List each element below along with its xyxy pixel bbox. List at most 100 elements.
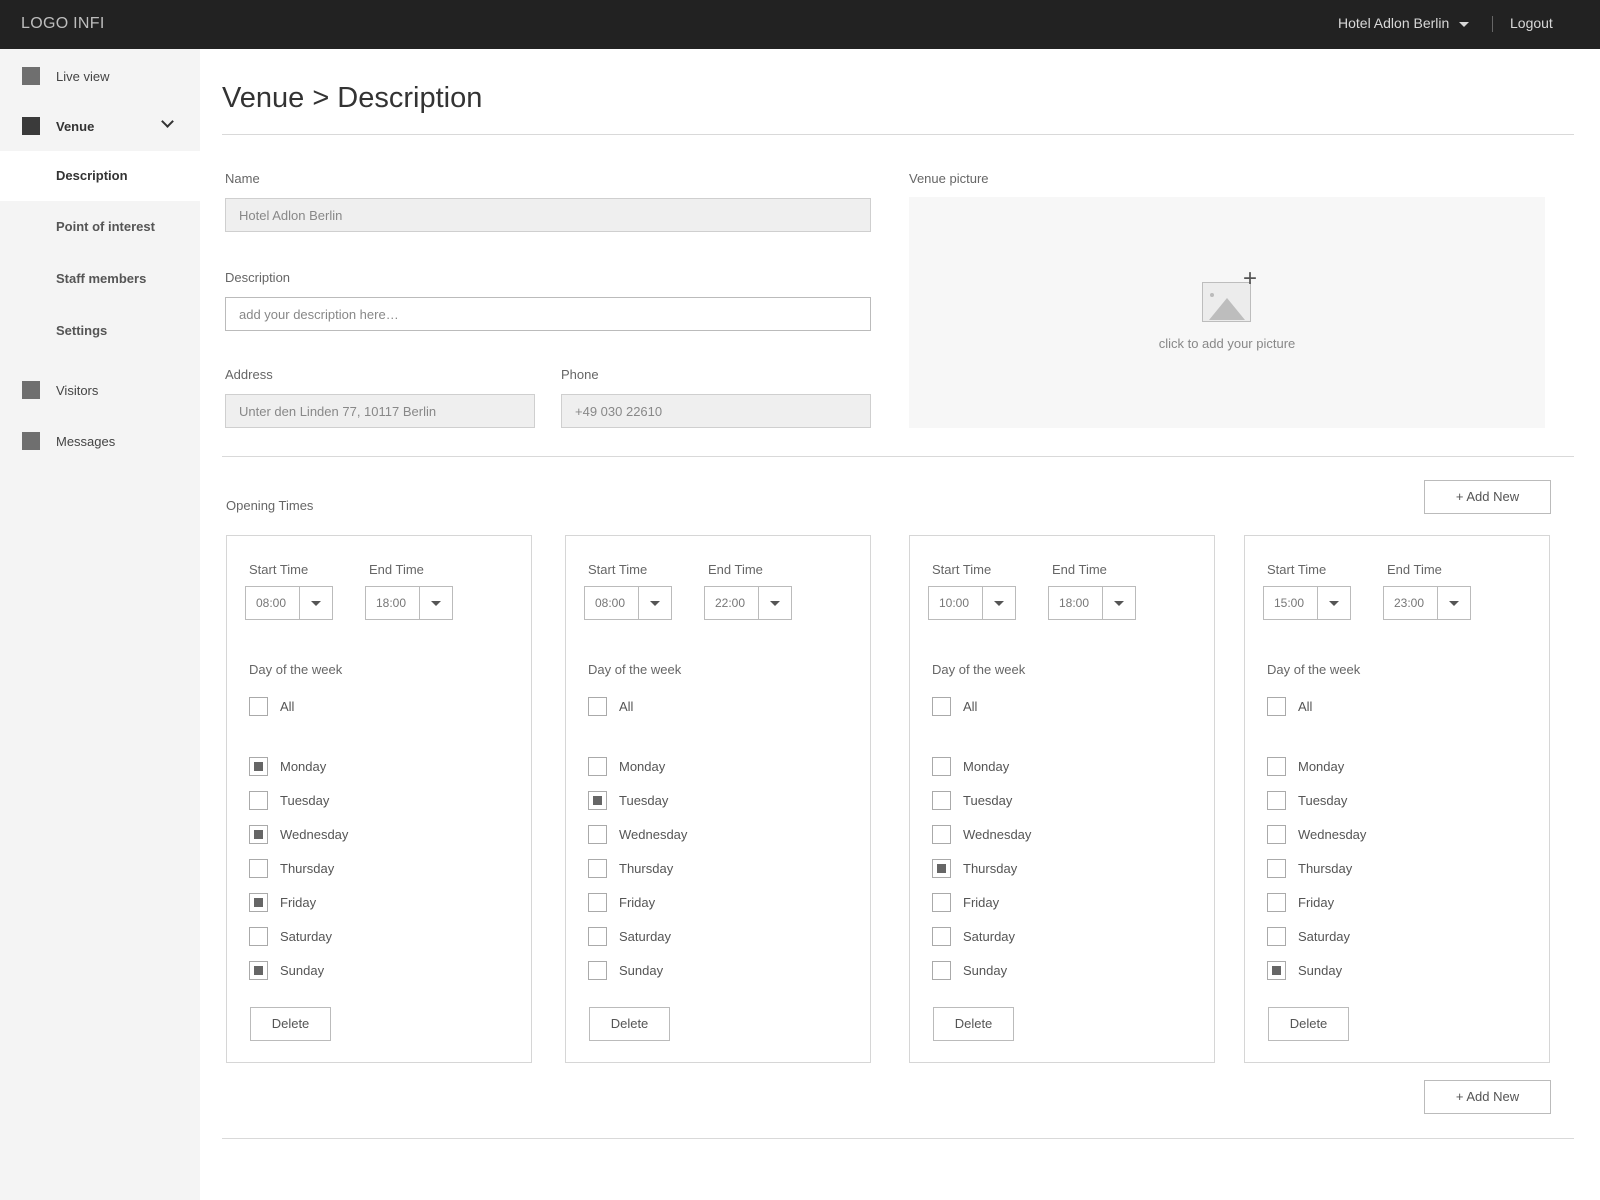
delete-button[interactable]: Delete bbox=[250, 1007, 331, 1041]
address-field[interactable]: Unter den Linden 77, 10117 Berlin bbox=[225, 394, 535, 428]
checkbox[interactable] bbox=[932, 859, 951, 878]
checkbox[interactable] bbox=[588, 961, 607, 980]
sidebar-item-label: Staff members bbox=[56, 271, 147, 286]
checkbox[interactable] bbox=[588, 697, 607, 716]
logout-link[interactable]: Logout bbox=[1510, 15, 1553, 31]
sidebar-item-label: Venue bbox=[56, 118, 95, 134]
sidebar-item-label: Description bbox=[56, 168, 128, 183]
checkbox[interactable] bbox=[249, 825, 268, 844]
day-of-week-label: Day of the week bbox=[1267, 662, 1361, 677]
start-time-select[interactable]: 10:00 bbox=[928, 586, 1016, 620]
checkbox[interactable] bbox=[249, 757, 268, 776]
delete-button[interactable]: Delete bbox=[589, 1007, 670, 1041]
checkbox[interactable] bbox=[588, 791, 607, 810]
start-time-select[interactable]: 08:00 bbox=[245, 586, 333, 620]
sidebar-item-label: Live view bbox=[56, 68, 110, 84]
end-time-label: End Time bbox=[708, 562, 763, 577]
checkbox-label: Tuesday bbox=[280, 793, 330, 808]
checkbox[interactable] bbox=[932, 893, 951, 912]
page-title: Venue > Description bbox=[222, 82, 483, 114]
logo: LOGO INFI bbox=[21, 15, 105, 32]
sidebar-item-label: Messages bbox=[56, 433, 116, 449]
caret-down-icon bbox=[1449, 601, 1459, 606]
checkbox[interactable] bbox=[588, 825, 607, 844]
checkbox[interactable] bbox=[588, 859, 607, 878]
divider bbox=[299, 587, 300, 619]
checkbox[interactable] bbox=[932, 927, 951, 946]
checkbox[interactable] bbox=[588, 757, 607, 776]
checkbox-label: Friday bbox=[1298, 895, 1335, 910]
sidebar-item-description[interactable]: Description bbox=[0, 151, 200, 201]
checkbox-label: Monday bbox=[280, 759, 327, 774]
sidebar-item-venue[interactable]: Venue bbox=[0, 101, 200, 151]
checkbox[interactable] bbox=[932, 697, 951, 716]
delete-button[interactable]: Delete bbox=[1268, 1007, 1349, 1041]
checkbox-label: All bbox=[619, 699, 634, 714]
start-time-select[interactable]: 15:00 bbox=[1263, 586, 1351, 620]
end-time-label: End Time bbox=[1387, 562, 1442, 577]
checkbox[interactable] bbox=[249, 961, 268, 980]
checkbox[interactable] bbox=[932, 825, 951, 844]
checkbox-label: Friday bbox=[280, 895, 317, 910]
end-time-select[interactable]: 23:00 bbox=[1383, 586, 1471, 620]
end-time-select[interactable]: 22:00 bbox=[704, 586, 792, 620]
caret-down-icon bbox=[431, 601, 441, 606]
venue-picture-label: Venue picture bbox=[909, 171, 989, 186]
caret-down-icon bbox=[311, 601, 321, 606]
divider bbox=[638, 587, 639, 619]
checkbox-label: Friday bbox=[963, 895, 1000, 910]
checkbox-label: All bbox=[280, 699, 295, 714]
phone-field[interactable]: +49 030 22610 bbox=[561, 394, 871, 428]
sidebar-item-visitors[interactable]: Visitors bbox=[0, 365, 200, 415]
start-time-select-value: 08:00 bbox=[595, 596, 626, 610]
checkbox[interactable] bbox=[1267, 893, 1286, 912]
caret-down-icon bbox=[1114, 601, 1124, 606]
venue-picture-upload[interactable]: + click to add your picture bbox=[909, 197, 1545, 428]
sidebar: Live view Venue Description Point of int… bbox=[0, 49, 200, 1200]
checkbox[interactable] bbox=[249, 893, 268, 912]
venue-selector[interactable]: Hotel Adlon Berlin bbox=[1338, 15, 1470, 31]
checkbox[interactable] bbox=[932, 791, 951, 810]
name-field[interactable]: Hotel Adlon Berlin bbox=[225, 198, 871, 232]
end-time-select-value: 23:00 bbox=[1394, 596, 1425, 610]
address-label: Address bbox=[225, 367, 273, 382]
end-time-select[interactable]: 18:00 bbox=[365, 586, 453, 620]
divider bbox=[758, 587, 759, 619]
caret-down-icon bbox=[650, 601, 660, 606]
sidebar-item-live-view[interactable]: Live view bbox=[0, 51, 200, 101]
end-time-select[interactable]: 18:00 bbox=[1048, 586, 1136, 620]
checkbox[interactable] bbox=[1267, 697, 1286, 716]
checkbox[interactable] bbox=[932, 961, 951, 980]
checkbox[interactable] bbox=[1267, 757, 1286, 776]
add-new-button-bottom[interactable]: + Add New bbox=[1424, 1080, 1551, 1114]
sidebar-item-messages[interactable]: Messages bbox=[0, 416, 200, 466]
add-new-button-top[interactable]: + Add New bbox=[1424, 480, 1551, 514]
sidebar-item-label: Visitors bbox=[56, 382, 99, 398]
checkbox[interactable] bbox=[1267, 961, 1286, 980]
description-field[interactable]: add your description here… bbox=[225, 297, 871, 331]
checkbox[interactable] bbox=[249, 927, 268, 946]
checkbox[interactable] bbox=[249, 791, 268, 810]
checkbox[interactable] bbox=[932, 757, 951, 776]
phone-label: Phone bbox=[561, 367, 599, 382]
checkbox-label: Wednesday bbox=[280, 827, 349, 842]
divider bbox=[419, 587, 420, 619]
checkbox[interactable] bbox=[1267, 791, 1286, 810]
checkbox[interactable] bbox=[588, 893, 607, 912]
checkbox-label: All bbox=[963, 699, 978, 714]
plus-icon: + bbox=[1243, 265, 1258, 292]
checkbox[interactable] bbox=[1267, 825, 1286, 844]
checkbox[interactable] bbox=[1267, 859, 1286, 878]
sidebar-item-point-of-interest[interactable]: Point of interest bbox=[0, 202, 200, 252]
checkbox[interactable] bbox=[249, 697, 268, 716]
sidebar-item-staff-members[interactable]: Staff members bbox=[0, 254, 200, 304]
opening-time-card: Start Time End Time 15:00 23:00 Day of the w… bbox=[1244, 535, 1550, 1063]
checkbox[interactable] bbox=[249, 859, 268, 878]
sidebar-item-settings[interactable]: Settings bbox=[0, 306, 200, 356]
start-time-select[interactable]: 08:00 bbox=[584, 586, 672, 620]
delete-button[interactable]: Delete bbox=[933, 1007, 1014, 1041]
checkbox[interactable] bbox=[1267, 927, 1286, 946]
venue-selector-label: Hotel Adlon Berlin bbox=[1338, 15, 1450, 31]
sidebar-item-label: Point of interest bbox=[56, 219, 155, 234]
checkbox[interactable] bbox=[588, 927, 607, 946]
